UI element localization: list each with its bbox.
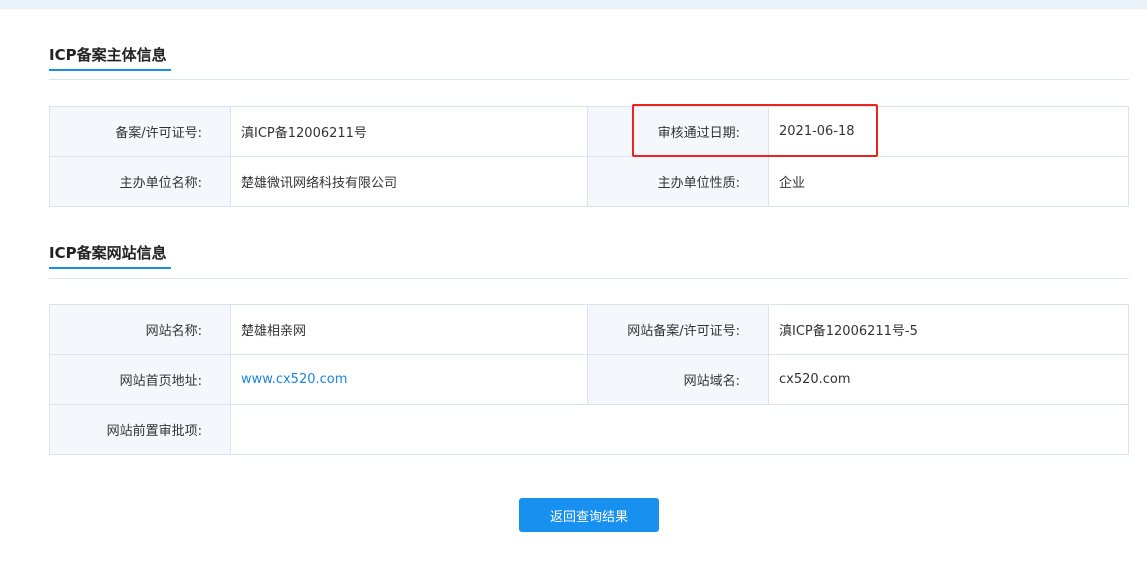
subject-section-divider [49, 79, 1129, 80]
website-record-number-label: 网站备案/许可证号: [587, 304, 769, 355]
back-to-results-button[interactable]: 返回查询结果 [519, 498, 659, 532]
website-name-value: 楚雄相亲网 [230, 304, 588, 355]
homepage-url-link[interactable]: www.cx520.com [241, 372, 347, 387]
website-section-divider [49, 278, 1129, 279]
organizer-type-value: 企业 [768, 156, 1129, 207]
website-info-table: 网站名称: 楚雄相亲网 网站备案/许可证号: 滇ICP备12006211号-5 … [49, 304, 1129, 455]
organizer-type-label: 主办单位性质: [587, 156, 769, 207]
top-header-strip [0, 0, 1147, 9]
record-number-label: 备案/许可证号: [49, 106, 231, 157]
approval-date-value: 2021-06-18 [768, 106, 1129, 157]
record-number-value: 滇ICP备12006211号 [230, 106, 588, 157]
website-record-number-value: 滇ICP备12006211号-5 [768, 304, 1129, 355]
pre-approval-label: 网站前置审批项: [49, 404, 231, 455]
pre-approval-value [230, 404, 1129, 455]
website-section-title: ICP备案网站信息 [49, 244, 167, 262]
organizer-name-label: 主办单位名称: [49, 156, 231, 207]
homepage-url-cell: www.cx520.com [230, 354, 588, 405]
subject-section-title: ICP备案主体信息 [49, 46, 167, 64]
website-domain-label: 网站域名: [587, 354, 769, 405]
subject-info-table: 备案/许可证号: 滇ICP备12006211号 审核通过日期: 2021-06-… [49, 106, 1129, 207]
subject-section-underline [49, 69, 171, 71]
table-row: 网站前置审批项: [49, 404, 1129, 455]
table-row: 网站首页地址: www.cx520.com 网站域名: cx520.com [49, 354, 1129, 405]
homepage-url-label: 网站首页地址: [49, 354, 231, 405]
website-section-underline [49, 267, 171, 269]
approval-date-label: 审核通过日期: [587, 106, 769, 157]
organizer-name-value: 楚雄微讯网络科技有限公司 [230, 156, 588, 207]
website-domain-value: cx520.com [768, 354, 1129, 405]
table-row: 备案/许可证号: 滇ICP备12006211号 审核通过日期: 2021-06-… [49, 106, 1129, 157]
website-name-label: 网站名称: [49, 304, 231, 355]
table-row: 网站名称: 楚雄相亲网 网站备案/许可证号: 滇ICP备12006211号-5 [49, 304, 1129, 355]
table-row: 主办单位名称: 楚雄微讯网络科技有限公司 主办单位性质: 企业 [49, 156, 1129, 207]
